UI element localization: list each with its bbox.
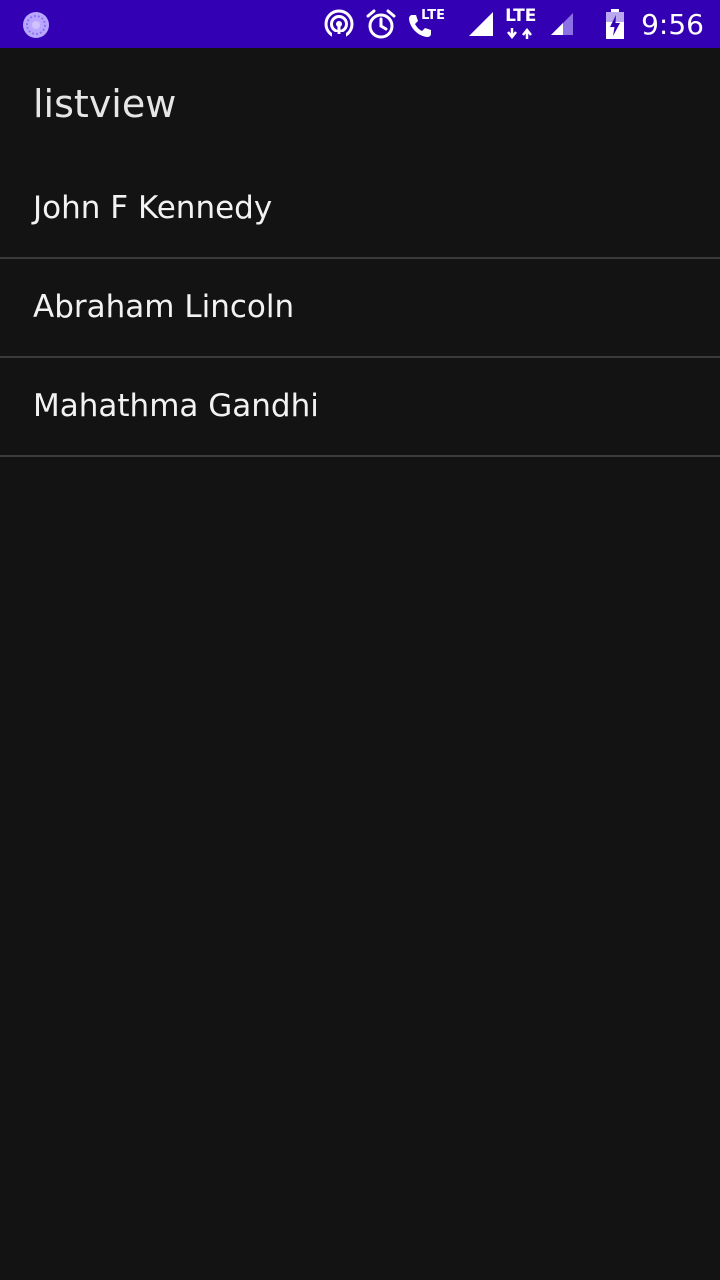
app-title: listview [33,82,177,126]
volte-label: LTE [421,8,445,23]
list-item-label: Abraham Lincoln [33,289,295,325]
clock-time: 9:56 [641,7,704,41]
status-icons: LTE LTE 9:56 [323,0,704,48]
app-bar: listview [0,48,720,160]
lte-data-icon: LTE [505,7,539,41]
volte-call-icon: LTE [407,8,445,40]
list-view[interactable]: John F Kennedy Abraham Lincoln Mahathma … [0,160,720,457]
signal-icon-2 [551,13,574,35]
status-bar: LTE LTE 9:56 [0,0,720,48]
list-item-label: John F Kennedy [33,190,273,226]
lte-data-label: LTE [505,6,537,26]
battery-charging-icon [606,9,625,39]
list-item[interactable]: Mahathma Gandhi [0,358,720,457]
alarm-icon [366,9,396,39]
list-item-label: Mahathma Gandhi [33,388,319,424]
hotspot-icon [324,9,354,40]
list-item[interactable]: Abraham Lincoln [0,259,720,358]
app-notification-icon [23,12,49,38]
signal-icon [469,12,494,36]
list-item[interactable]: John F Kennedy [0,160,720,259]
